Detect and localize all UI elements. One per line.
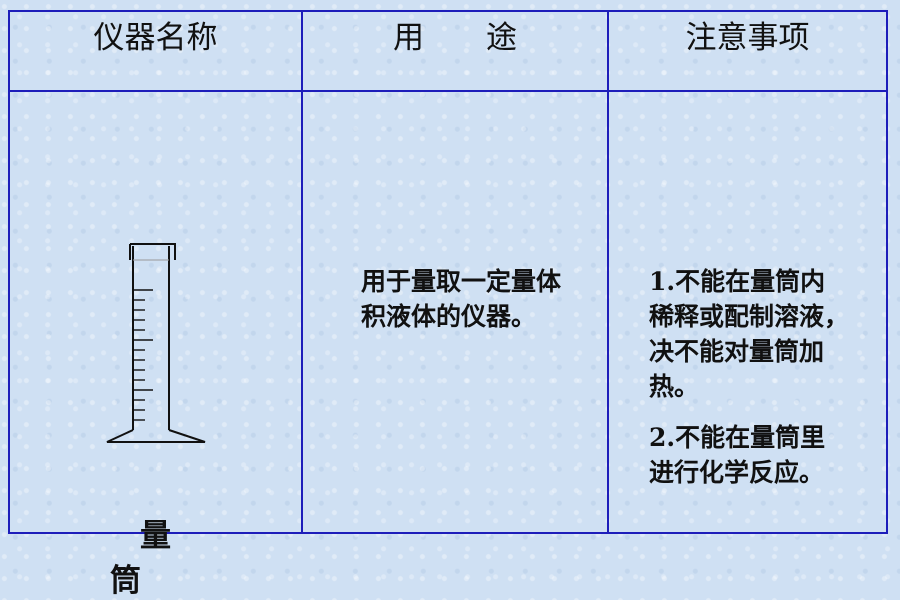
header-row: 仪器名称 用 途 注意事项 [8,10,888,92]
header-precautions: 注意事项 [607,10,888,92]
usage-text: 用于量取一定量体积液体的仪器。 [361,267,562,331]
content-row: 量 筒 用于量取一定量体积液体的仪器。 1.不能在量筒内稀释或配制溶液，决不能对… [8,90,888,599]
header-precautions-label: 注意事项 [685,20,810,56]
instrument-cell: 量 筒 [8,90,303,599]
instrument-name: 量 筒 [110,518,322,599]
header-usage: 用 途 [301,10,609,92]
instrument-table: 仪器名称 用 途 注意事项 量 筒 用于量取一定量体积液体的仪器。 1.不能在量… [8,10,888,599]
precaution-item: 1.不能在量筒内稀释或配制溶液，决不能对量筒加热。 [649,267,850,401]
header-usage-label: 用 途 [393,20,517,56]
precautions-list: 1.不能在量筒内稀释或配制溶液，决不能对量筒加热。 2.不能在量筒里进行化学反应… [649,264,849,490]
precaution-item: 2.不能在量筒里进行化学反应。 [649,423,826,487]
graduated-cylinder-icon [106,243,206,443]
header-instrument-name: 仪器名称 [8,10,303,92]
usage-cell: 用于量取一定量体积液体的仪器。 [301,90,609,534]
header-instrument-name-label: 仪器名称 [93,20,218,56]
precautions-cell: 1.不能在量筒内稀释或配制溶液，决不能对量筒加热。 2.不能在量筒里进行化学反应… [607,90,888,534]
